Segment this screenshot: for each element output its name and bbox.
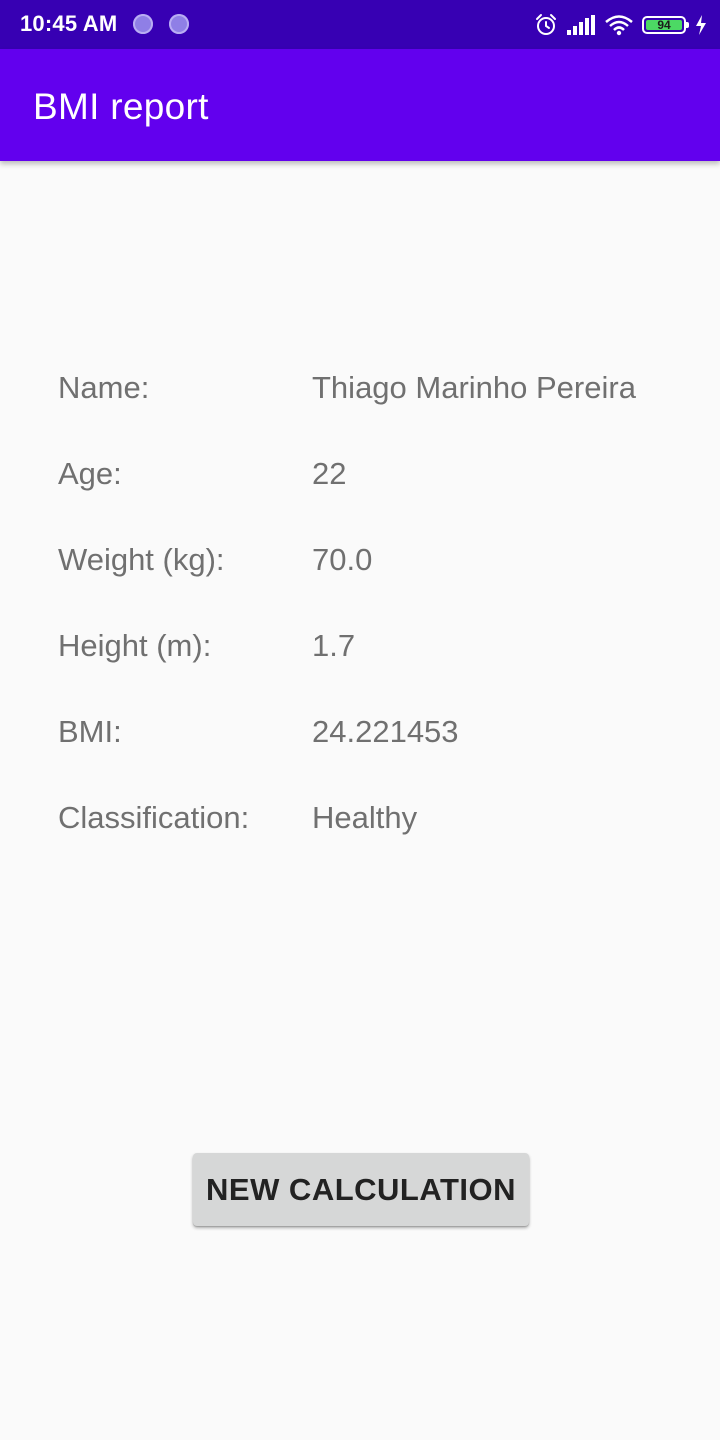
- bmi-label: BMI:: [58, 714, 122, 749]
- battery-icon: 94: [642, 16, 689, 34]
- report-row-name: Name: Thiago Marinho Pereira: [58, 362, 698, 448]
- notification-dot-icon: [169, 14, 189, 34]
- signal-icon: [566, 14, 596, 36]
- report-row-classification: Classification: Healthy: [58, 792, 698, 878]
- weight-label: Weight (kg):: [58, 542, 225, 577]
- classification-label: Classification:: [58, 800, 250, 835]
- wifi-icon: [604, 14, 634, 36]
- alarm-icon: [534, 13, 558, 37]
- report-row-height: Height (m): 1.7: [58, 620, 698, 706]
- age-label: Age:: [58, 456, 122, 491]
- app-bar: BMI report: [0, 49, 720, 161]
- charging-icon: [694, 14, 708, 36]
- page-title: BMI report: [33, 86, 209, 127]
- report-row-weight: Weight (kg): 70.0: [58, 534, 698, 620]
- name-label: Name:: [58, 370, 150, 405]
- status-bar: 10:45 AM 94: [0, 0, 720, 49]
- height-label: Height (m):: [58, 628, 212, 663]
- battery-level: 94: [646, 19, 682, 31]
- status-icons: 94: [534, 10, 708, 40]
- weight-value: 70.0: [312, 542, 373, 577]
- name-value: Thiago Marinho Pereira: [312, 370, 636, 405]
- bmi-report-details: Name: Thiago Marinho Pereira Age: 22 Wei…: [58, 362, 698, 878]
- report-row-bmi: BMI: 24.221453: [58, 706, 698, 792]
- new-calculation-button[interactable]: NEW CALCULATION: [193, 1153, 529, 1226]
- age-value: 22: [312, 456, 347, 491]
- bmi-report-screen: 10:45 AM 94 BMI report Name: Thiago Mari…: [0, 0, 720, 1440]
- report-row-age: Age: 22: [58, 448, 698, 534]
- status-time: 10:45 AM: [20, 11, 118, 36]
- notification-dot-icon: [133, 14, 153, 34]
- height-value: 1.7: [312, 628, 356, 663]
- bmi-value: 24.221453: [312, 714, 459, 749]
- classification-value: Healthy: [312, 800, 418, 835]
